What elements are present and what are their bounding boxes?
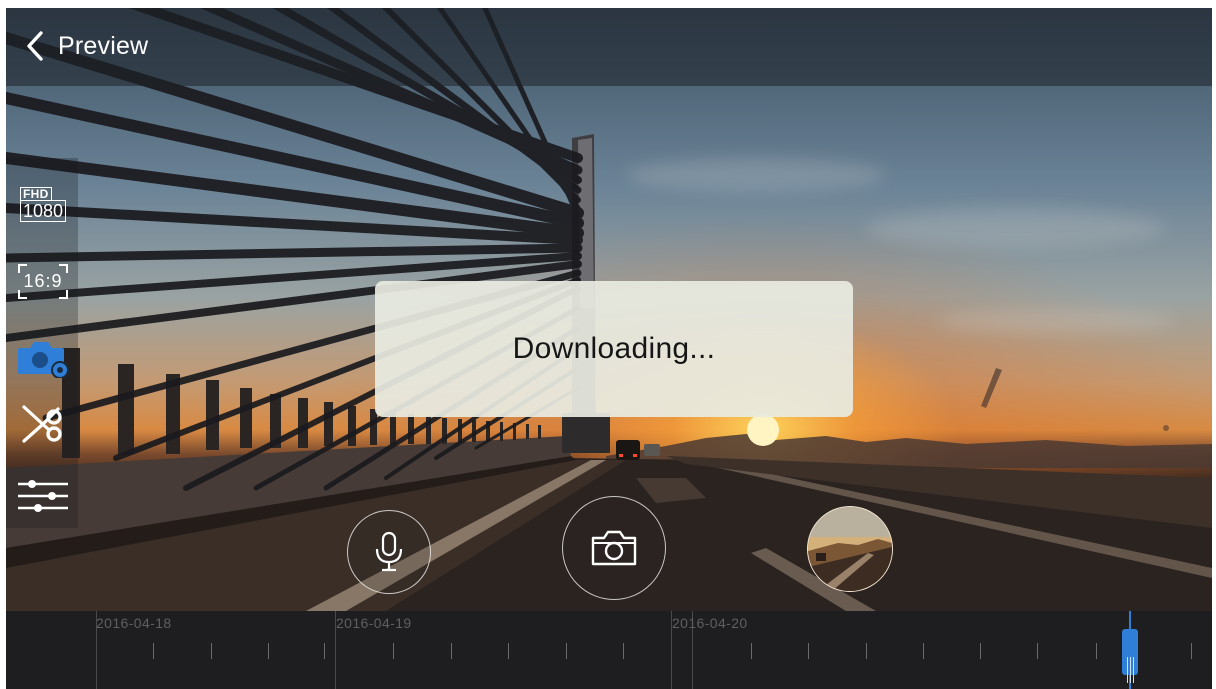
camera-mode-button[interactable]: [14, 336, 72, 380]
timeline-tick: [153, 643, 154, 659]
timeline-tick: [866, 643, 867, 659]
timeline-tick: [268, 643, 269, 659]
timeline-tick: [1037, 643, 1038, 659]
page-title: Preview: [58, 31, 149, 60]
timeline-tick: [1191, 643, 1192, 659]
aspect-ratio-button[interactable]: 16:9: [14, 258, 72, 304]
video-preview: Preview FHD 1080 16:9 Downloading... 201…: [6, 8, 1212, 689]
resolution-icon: FHD 1080: [19, 186, 67, 222]
camera-icon: [591, 530, 637, 566]
timeline-tick: [623, 643, 624, 659]
microphone-button[interactable]: [347, 510, 431, 594]
resolution-button[interactable]: FHD 1080: [14, 184, 72, 224]
timeline-tick: [923, 643, 924, 659]
dialog-message: Downloading...: [512, 332, 716, 365]
timeline-tick: [980, 643, 981, 659]
timeline-tick: [211, 643, 212, 659]
timeline-tick: [1096, 643, 1097, 659]
left-toolbar: FHD 1080 16:9: [6, 158, 78, 528]
aspect-ratio-icon: 16:9: [18, 263, 68, 299]
timeline-tick: [451, 643, 452, 659]
header-bar: Preview: [6, 8, 1212, 86]
timeline-tick: [324, 643, 325, 659]
timeline-date: 2016-04-18: [96, 615, 172, 631]
timeline-tick: [751, 643, 752, 659]
snapshot-button[interactable]: [562, 496, 666, 600]
timeline-date: 2016-04-20: [672, 615, 748, 631]
chevron-left-icon: [27, 31, 43, 61]
scissors-icon: [22, 405, 62, 443]
aspect-ratio-label: 16:9: [23, 270, 63, 291]
downloading-dialog: Downloading...: [375, 281, 853, 417]
gallery-thumbnail-button[interactable]: [807, 506, 893, 592]
timeline-date: 2016-04-19: [336, 615, 412, 631]
camera-mode-icon: [18, 342, 69, 378]
sliders-icon: [18, 480, 68, 512]
back-button[interactable]: Preview: [24, 28, 148, 64]
timeline-tick: [393, 643, 394, 659]
microphone-icon: [375, 531, 403, 572]
timeline-scrubber[interactable]: [1120, 611, 1140, 689]
timeline-tick: [508, 643, 509, 659]
settings-button[interactable]: [14, 476, 72, 516]
resolution-label-bottom: 1080: [19, 199, 67, 222]
gallery-thumbnail: [808, 507, 892, 591]
resolution-label-top: FHD: [19, 186, 52, 201]
timeline[interactable]: 2016-04-18 2016-04-19 2016-04-20: [6, 611, 1212, 689]
cut-button[interactable]: [14, 402, 72, 446]
timeline-tick: [566, 643, 567, 659]
timeline-tick: [808, 643, 809, 659]
scrubber-handle[interactable]: [1122, 629, 1138, 683]
